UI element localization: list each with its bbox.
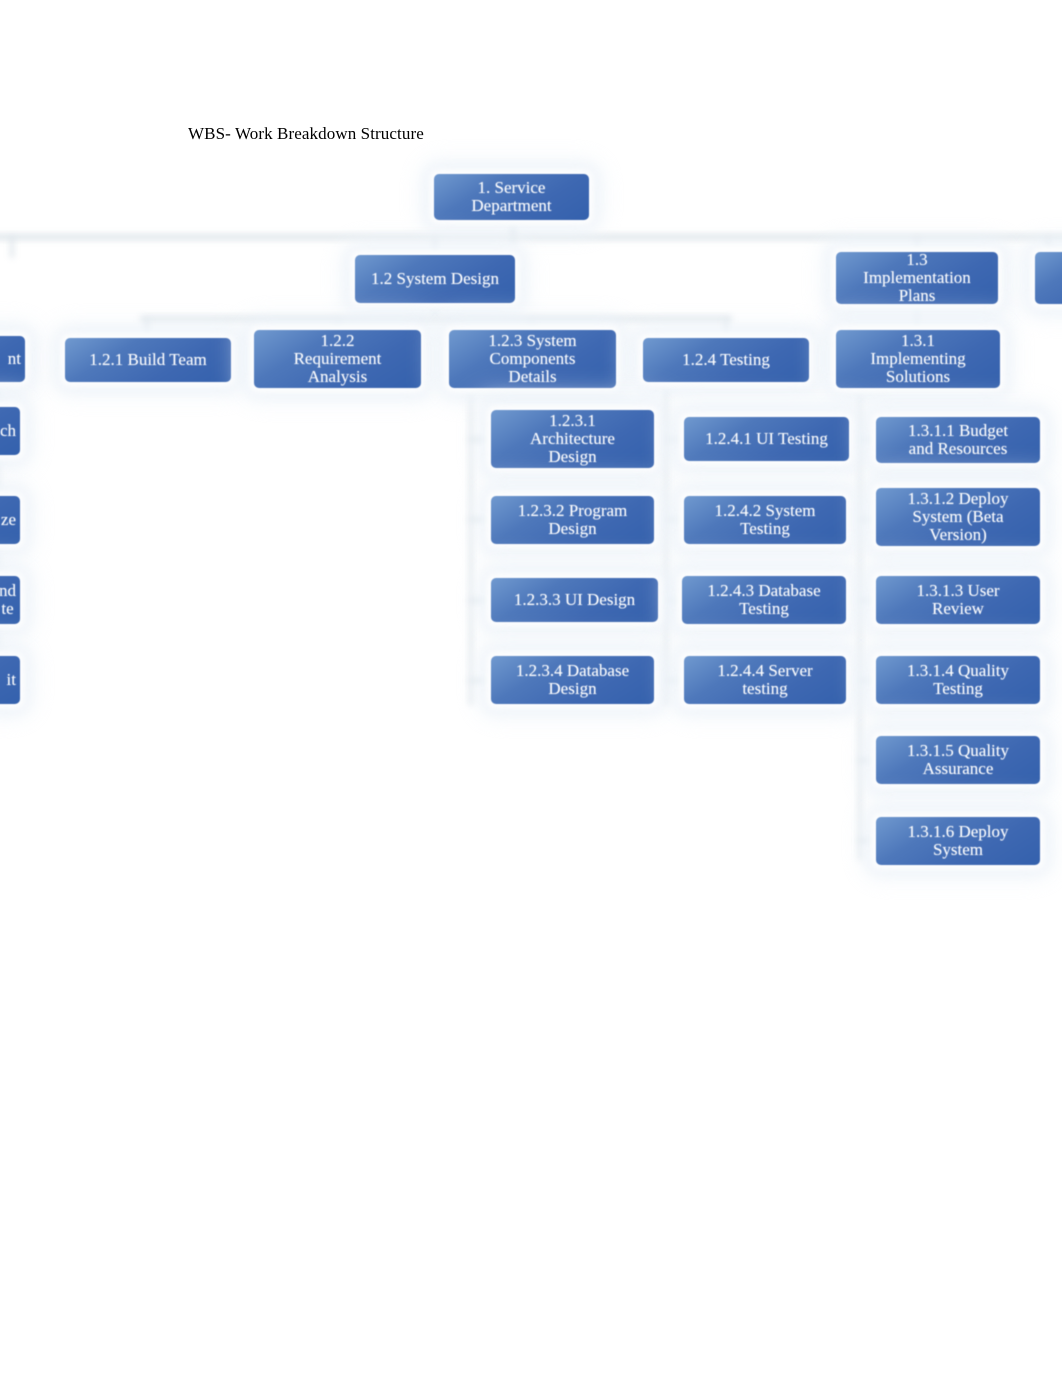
node-1-2-3-2-label-line2: Design [548, 519, 597, 538]
connector-1-2-3-spine [469, 385, 473, 705]
node-1-3-1-5-label-line2: Assurance [922, 759, 994, 778]
node-1-2-4-1-ui-testing[interactable]: 1.2.4.1 UI Testing [684, 417, 849, 461]
node-1-2-3-3-ui-design[interactable]: 1.2.3.3 UI Design [491, 578, 658, 622]
node-level2-clipped-left-label: nt [7, 348, 21, 368]
node-level2-clipped-left[interactable]: nt [0, 336, 25, 382]
node-clipped-left-analyze[interactable]: ze [0, 496, 20, 544]
node-1-3-1-1-label-line1: 1.3.1.1 Budget [907, 420, 1009, 440]
node-1-2-4-1-label: 1.2.4.1 UI Testing [705, 428, 828, 448]
node-clipped-left-it-label: it [6, 669, 16, 689]
node-1-2-3-1-label-line3: Design [548, 447, 597, 467]
node-1-2-4-4-server-testing[interactable]: 1.2.4.4 Server testing [684, 656, 846, 704]
node-1-2-3-label-line1: 1.2.3 System [488, 330, 577, 350]
node-root-label: 1. Service Department [471, 177, 552, 215]
connector-to-1-2-1 [145, 318, 149, 336]
node-1-3-1-2-deploy-system-beta[interactable]: 1.3.1.2 Deploy System (Beta Version) [876, 488, 1040, 546]
wbs-diagram-canvas: WBS- Work Breakdown Structure 1. Service… [0, 0, 1062, 1377]
node-1-3-1-label-line1: 1.3.1 [901, 330, 935, 350]
node-1-2-2-label-line2: Requirement [293, 349, 382, 368]
node-1-2-3-2-program-design[interactable]: 1.2.3.2 Program Design [491, 496, 654, 544]
node-1-2-1-label: 1.2.1 Build Team [89, 349, 207, 369]
node-1-3-1-implementing-solutions[interactable]: 1.3.1 Implementing Solutions [836, 330, 1000, 388]
node-1-2-3-3-label: 1.2.3.3 UI Design [513, 589, 636, 609]
node-clipped-left-and-date[interactable]: nd te [0, 576, 20, 624]
node-1-3-1-2-label-line2: System (Beta [912, 507, 1004, 526]
node-1-2-3-system-components-details[interactable]: 1.2.3 System Components Details [449, 330, 616, 388]
node-clipped-left-and-date-label-line1: nd [0, 580, 16, 600]
node-1-2-3-label-line3: Details [508, 367, 557, 387]
node-1-2-3-4-label-line1: 1.2.3.4 Database [515, 660, 630, 680]
node-1-2-3-4-label-line2: Design [548, 679, 597, 698]
node-1-2-4-label: 1.2.4 Testing [682, 349, 770, 369]
connector-to-1-2-4 [724, 318, 728, 336]
node-1-3-1-2-label-line1: 1.3.1.2 Deploy [907, 488, 1009, 508]
node-1-2-1-build-team[interactable]: 1.2.1 Build Team [65, 338, 231, 382]
node-1-3-1-3-label-line1: 1.3.1.3 User [916, 580, 1000, 600]
node-1-2-4-2-label-line1: 1.2.4.2 System [714, 500, 816, 520]
node-1-2-4-2-system-testing[interactable]: 1.2.4.2 System Testing [684, 496, 846, 544]
node-clipped-left-it[interactable]: it [0, 656, 20, 704]
connector-1-2-children-spine [140, 316, 732, 322]
node-1-2-system-design[interactable]: 1.2 System Design [355, 255, 515, 303]
node-1-2-4-4-label-line1: 1.2.4.4 Server [717, 660, 813, 680]
node-clipped-left-research-label: ch [0, 420, 16, 440]
node-1-3-1-2-label-line3: Version) [929, 525, 987, 545]
node-1-2-4-testing[interactable]: 1.2.4 Testing [643, 338, 809, 382]
node-1-3-1-5-label-line1: 1.3.1.5 Quality [907, 740, 1009, 760]
node-clipped-left-research[interactable]: ch [0, 407, 20, 455]
node-1-3-1-6-label-line2: System [932, 840, 984, 859]
connector-1-2-4-spine [664, 385, 668, 705]
node-1-2-2-requirement-analysis[interactable]: 1.2.2 Requirement Analysis [254, 330, 421, 388]
node-1-3-1-label-line2: Implementing [870, 349, 966, 368]
node-1-3-1-6-deploy-system[interactable]: 1.3.1.6 Deploy System [876, 817, 1040, 865]
connector-to-level2-right-clipped [1046, 236, 1050, 252]
node-1-2-3-1-label-line2: Architecture [530, 429, 615, 448]
node-1-2-3-4-database-design[interactable]: 1.2.3.4 Database Design [491, 656, 654, 704]
node-1-2-3-1-architecture-design[interactable]: 1.2.3.1 Architecture Design [491, 410, 654, 468]
node-1-2-2-label-line1: 1.2.2 [320, 330, 355, 350]
connector-1-3-1-spine [858, 390, 862, 860]
node-1-2-3-1-label-line1: 1.2.3.1 [549, 410, 596, 430]
node-1-2-4-2-label-line2: Testing [740, 519, 790, 538]
node-1-2-4-4-label-line2: testing [742, 679, 788, 698]
node-1-3-label-line1: 1.3 [906, 249, 928, 269]
connector-level2-spine [0, 234, 1062, 240]
node-1-3-label-line2: Implementation [863, 268, 971, 287]
node-1-2-3-2-label-line1: 1.2.3.2 Program [517, 500, 628, 520]
node-1-3-1-1-budget-and-resources[interactable]: 1.3.1.1 Budget and Resources [876, 417, 1040, 463]
node-1-3-1-5-quality-assurance[interactable]: 1.3.1.5 Quality Assurance [876, 736, 1040, 784]
connector-to-1-1-clipped [10, 236, 14, 258]
node-1-3-label-line3: Plans [898, 286, 936, 306]
node-clipped-left-and-date-label-line2: te [1, 599, 14, 618]
node-1-2-4-3-database-testing[interactable]: 1.2.4.3 Database Testing [682, 576, 846, 624]
node-clipped-left-analyze-label: ze [0, 509, 16, 529]
node-1-3-1-6-label-line1: 1.3.1.6 Deploy [907, 821, 1009, 841]
node-1-3-implementation-plans[interactable]: 1.3 Implementation Plans [836, 249, 998, 306]
node-1-2-4-3-label-line2: Testing [739, 599, 789, 618]
node-1-3-1-3-user-review[interactable]: 1.3.1.3 User Review [876, 576, 1040, 624]
page-title: WBS- Work Breakdown Structure [188, 124, 424, 143]
node-1-2-3-label-line2: Components [489, 349, 576, 368]
node-1-3-1-4-quality-testing[interactable]: 1.3.1.4 Quality Testing [876, 656, 1040, 704]
node-1-2-4-3-label-line1: 1.2.4.3 Database [707, 580, 821, 600]
node-1-2-2-label-line3: Analysis [307, 367, 368, 387]
node-1-3-1-3-label-line2: Review [932, 599, 984, 618]
node-1-3-1-4-label-line1: 1.3.1.4 Quality [907, 660, 1009, 680]
node-1-3-1-1-label-line2: and Resources [908, 439, 1008, 458]
node-root-service-department[interactable]: 1. Service Department [434, 174, 589, 220]
node-1-3-1-4-label-line2: Testing [933, 679, 983, 698]
node-level2-clipped-right[interactable] [1035, 252, 1062, 304]
node-1-2-label: 1.2 System Design [371, 268, 499, 288]
node-1-3-1-label-line3: Solutions [885, 367, 951, 387]
